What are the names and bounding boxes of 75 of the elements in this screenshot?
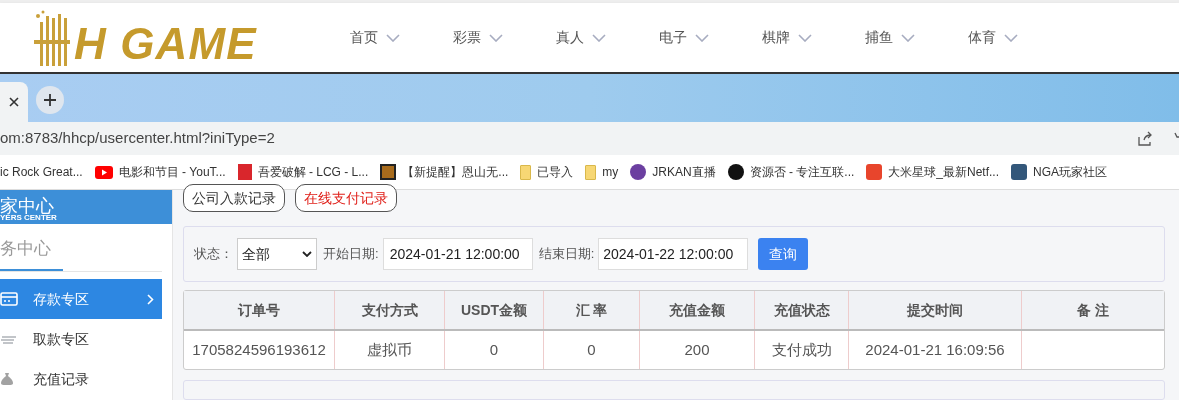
chevron-down-icon bbox=[695, 33, 709, 42]
bookmark-link[interactable]: 吾爱破解 - LCG - L... bbox=[257, 163, 369, 182]
chevron-down-icon bbox=[1004, 33, 1018, 42]
bookmark-link[interactable]: my bbox=[602, 163, 619, 182]
status-label: 状态： bbox=[194, 245, 233, 264]
column-header: USDT金额 bbox=[445, 291, 544, 329]
new-tab-button[interactable] bbox=[36, 85, 64, 114]
search-button[interactable]: 查询 bbox=[758, 238, 809, 270]
image-icon bbox=[380, 164, 397, 181]
menu-item-label: 存款专区 bbox=[33, 289, 90, 309]
column-header: 支付方式 bbox=[335, 291, 445, 329]
nav-menu-item[interactable]: 彩票 bbox=[453, 27, 556, 49]
nav-menu-item[interactable]: 捕鱼 bbox=[865, 27, 968, 49]
nav-menu-item[interactable]: 电子 bbox=[659, 27, 762, 49]
end-date-field[interactable]: 2024-01-22 12:00:00 bbox=[598, 238, 749, 270]
nav-menu-item[interactable]: 棋牌 bbox=[762, 27, 865, 49]
close-icon[interactable] bbox=[9, 96, 19, 107]
folder-icon bbox=[585, 164, 597, 180]
column-header: 汇 率 bbox=[544, 291, 640, 329]
sidebar-menu-item[interactable]: 取款专区 bbox=[0, 319, 162, 359]
plus-icon bbox=[43, 92, 57, 107]
menu-item-label: 取款专区 bbox=[33, 329, 90, 349]
column-header: 备 注 bbox=[1076, 300, 1110, 320]
bookmark-link[interactable]: 资源否 - 专注互联... bbox=[749, 163, 855, 182]
table-cell-text: 1705824596193612 bbox=[192, 339, 326, 360]
table-cell-text: 0 bbox=[489, 339, 499, 360]
table-cell-text: 200 bbox=[684, 339, 710, 360]
table-cell-text: 2024-01-21 16:09:56 bbox=[865, 339, 1005, 360]
chevron-down-icon bbox=[302, 251, 312, 257]
chevron-right-icon bbox=[147, 293, 154, 305]
bookmark-link[interactable]: NGA玩家社区 bbox=[1033, 163, 1108, 182]
chevron-down-icon bbox=[489, 33, 503, 42]
column-header: 订单号 bbox=[184, 291, 335, 329]
table-cell-text: 虚拟币 bbox=[367, 339, 412, 360]
round-favicon-icon bbox=[630, 164, 647, 181]
sidebar-menu-item[interactable]: 充值记录 bbox=[0, 359, 162, 399]
card-icon bbox=[0, 292, 18, 306]
column-header: 充值状态 bbox=[755, 291, 849, 329]
money-bag-icon bbox=[0, 372, 14, 386]
logo-text: H GAME bbox=[74, 21, 257, 66]
cash-icon bbox=[0, 333, 18, 345]
column-header: 提交时间 bbox=[849, 291, 1022, 329]
bookmark-link[interactable]: 电影和节目 - YouT... bbox=[118, 163, 226, 182]
status-select[interactable]: 全部 bbox=[237, 238, 317, 270]
table-cell-text: 0 bbox=[587, 339, 596, 360]
logo-bars-icon bbox=[34, 9, 70, 66]
banner-title: 家中心 bbox=[0, 198, 54, 214]
bookmark-link[interactable]: 【新提醒】恩山无... bbox=[402, 163, 509, 182]
column-header: 充值金额 bbox=[640, 291, 755, 329]
chevron-down-icon bbox=[592, 33, 606, 42]
bookmark-link[interactable]: ic Rock Great... bbox=[0, 163, 83, 182]
bookmark-link[interactable]: JRKAN直播 bbox=[652, 163, 716, 182]
end-date-label: 结束日期: bbox=[538, 245, 595, 264]
chevron-down-icon bbox=[901, 33, 915, 42]
folder-icon bbox=[520, 164, 532, 180]
bookmark-link[interactable]: 大米星球_最新Netf... bbox=[888, 163, 999, 182]
start-date-label: 开始日期: bbox=[323, 245, 379, 264]
nav-menu-item[interactable]: 体育 bbox=[968, 27, 1071, 49]
chevron-down-icon bbox=[386, 33, 400, 42]
square-favicon-icon bbox=[866, 164, 883, 181]
record-tab[interactable]: 在线支付记录 bbox=[295, 184, 397, 212]
table-cell-text: 支付成功 bbox=[771, 339, 832, 360]
menu-item-label: 充值记录 bbox=[33, 369, 90, 389]
sidebar-menu-item[interactable]: 存款专区 bbox=[0, 279, 162, 319]
banner-subtitle: YERS CENTER bbox=[0, 214, 58, 222]
record-tab[interactable]: 公司入款记录 bbox=[183, 184, 285, 212]
bookmark-link[interactable]: 已导入 bbox=[537, 163, 574, 182]
round-favicon-icon bbox=[727, 164, 744, 181]
chevron-down-icon bbox=[798, 33, 812, 42]
share-icon[interactable] bbox=[1137, 130, 1153, 147]
nav-menu-item[interactable]: 首页 bbox=[350, 27, 453, 49]
nav-menu-item[interactable]: 真人 bbox=[556, 27, 659, 49]
start-date-field[interactable]: 2024-01-21 12:00:00 bbox=[382, 238, 533, 270]
play-icon bbox=[94, 165, 113, 179]
square-favicon-icon bbox=[1011, 164, 1027, 181]
